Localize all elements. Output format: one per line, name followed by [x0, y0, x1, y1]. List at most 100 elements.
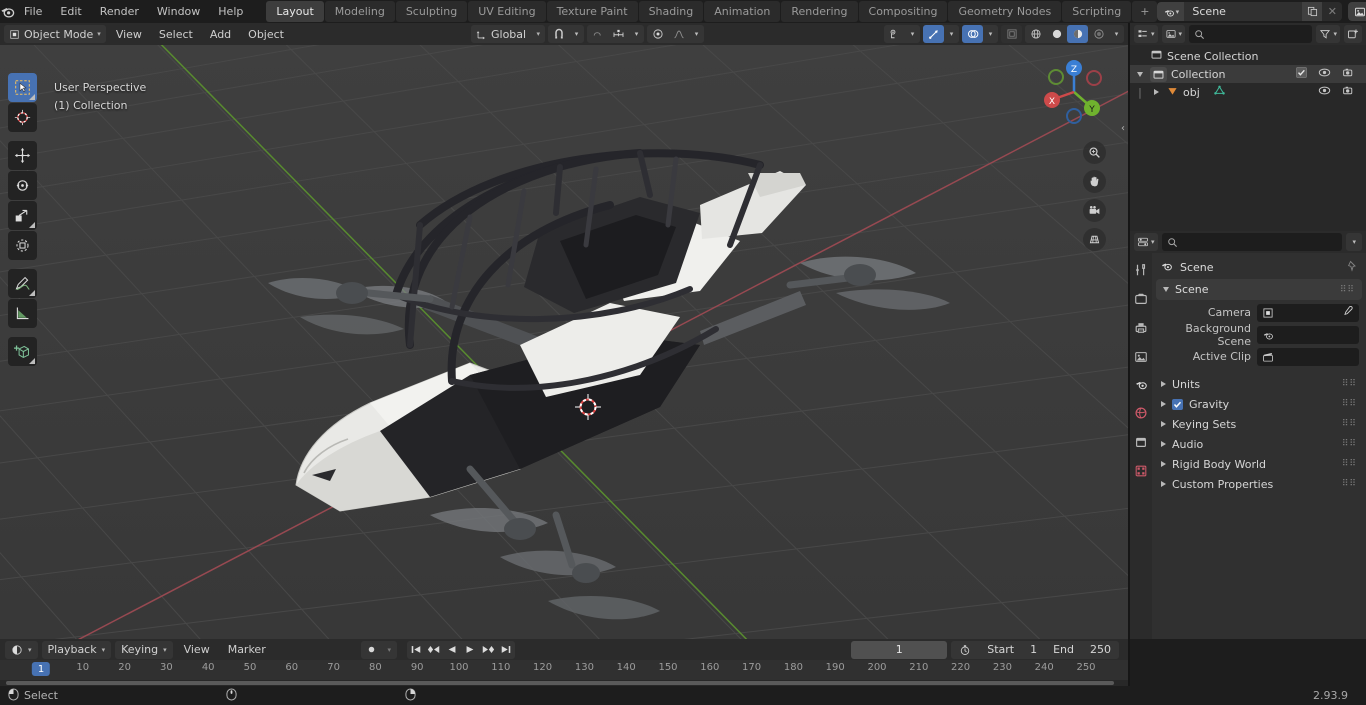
mode-selector[interactable]: Object Mode ▾: [4, 25, 106, 43]
menu-help[interactable]: Help: [209, 2, 252, 21]
playhead[interactable]: 1: [31, 662, 51, 676]
panel-header-gravity[interactable]: Gravity ⠿⠿: [1152, 394, 1366, 414]
outliner-row-object[interactable]: | obj: [1130, 83, 1366, 101]
scene-selector[interactable]: ▾ Scene ✕: [1157, 2, 1343, 21]
shading-mode-group[interactable]: ▾: [1025, 25, 1125, 43]
panel-header-keying-sets[interactable]: Keying Sets ⠿⠿: [1152, 414, 1366, 434]
outliner-row-scene-collection[interactable]: Scene Collection: [1130, 47, 1366, 65]
panel-grip-icon[interactable]: ⠿⠿: [1342, 379, 1357, 389]
panel-header-custom-properties[interactable]: Custom Properties ⠿⠿: [1152, 474, 1366, 494]
snap-target-dropdown-icon[interactable]: ▾: [629, 25, 644, 43]
properties-editor-icon[interactable]: ▾: [1134, 233, 1158, 251]
snapping-group[interactable]: ▾: [548, 25, 584, 43]
viewport-menu-select[interactable]: Select: [152, 25, 200, 43]
filter-icon[interactable]: ▾: [1316, 25, 1340, 43]
pin-icon[interactable]: [1346, 260, 1358, 275]
view-layer-tab-icon[interactable]: [1131, 348, 1151, 366]
visibility-dropdown-icon[interactable]: ▾: [905, 25, 920, 43]
view-layer-selector[interactable]: ▾ View Layer ✕: [1348, 2, 1366, 21]
disclosure-triangle-icon[interactable]: [1150, 89, 1162, 95]
scene-name[interactable]: Scene: [1184, 2, 1303, 21]
shading-rendered-icon[interactable]: [1088, 25, 1109, 43]
output-tab-icon[interactable]: [1131, 319, 1151, 337]
panel-header-rigid-body-world[interactable]: Rigid Body World ⠿⠿: [1152, 454, 1366, 474]
play-icon[interactable]: [461, 641, 479, 659]
camera-icon[interactable]: [1342, 85, 1355, 99]
timeline-menu-marker[interactable]: Marker: [221, 641, 273, 659]
mesh-data-icon[interactable]: [1213, 84, 1226, 100]
blender-logo-icon[interactable]: [0, 0, 15, 23]
zoom-icon[interactable]: [1083, 141, 1106, 164]
start-value[interactable]: 1: [1030, 643, 1037, 656]
timeline-editor-icon[interactable]: ▾: [5, 640, 38, 659]
menu-edit[interactable]: Edit: [51, 2, 90, 21]
playback-menu[interactable]: Playback ▾: [41, 640, 112, 659]
rotate-tool-icon[interactable]: [8, 171, 37, 200]
jump-to-start-icon[interactable]: [407, 641, 425, 659]
tool-tab-icon[interactable]: [1131, 261, 1151, 279]
falloff-dropdown-icon[interactable]: ▾: [689, 25, 704, 43]
workspace-tab-layout[interactable]: Layout: [266, 1, 324, 22]
workspace-tab-compositing[interactable]: Compositing: [858, 1, 948, 22]
camera-view-icon[interactable]: [1083, 199, 1106, 222]
menu-file[interactable]: File: [15, 2, 51, 21]
expand-triangle-icon[interactable]: [1163, 287, 1169, 292]
chevron-down-icon[interactable]: ▾: [1346, 233, 1362, 251]
id-type-icon[interactable]: ▾: [1161, 25, 1186, 43]
workspace-tab-rendering[interactable]: Rendering: [781, 1, 858, 22]
outliner-search-input[interactable]: [1189, 25, 1313, 43]
magnet-icon[interactable]: [548, 25, 569, 43]
eye-icon[interactable]: [1318, 85, 1331, 99]
shading-wireframe-icon[interactable]: [1025, 25, 1046, 43]
gizmo-icon[interactable]: [923, 25, 945, 43]
xray-icon[interactable]: [1001, 25, 1022, 43]
object-tab-icon[interactable]: [1131, 433, 1151, 451]
menu-window[interactable]: Window: [148, 2, 209, 21]
workspace-tab-texture-paint[interactable]: Texture Paint: [546, 1, 638, 22]
outliner-view-icon[interactable]: ▾: [1134, 25, 1158, 43]
navigation-gizmo[interactable]: Z Y X: [1036, 54, 1112, 130]
move-tool-icon[interactable]: [8, 141, 37, 170]
keying-menu[interactable]: Keying ▾: [115, 640, 173, 659]
select-box-tool-icon[interactable]: [8, 73, 37, 102]
scene-icon[interactable]: ▾: [1157, 2, 1185, 21]
unlink-x-icon[interactable]: ✕: [1322, 2, 1343, 21]
texture-tab-icon[interactable]: [1131, 462, 1151, 480]
scene-tab-icon[interactable]: [1131, 375, 1151, 393]
gizmo-group[interactable]: ▾: [923, 25, 960, 43]
workspace-tab-geometry-nodes[interactable]: Geometry Nodes: [948, 1, 1062, 22]
transform-tool-icon[interactable]: [8, 231, 37, 260]
expand-triangle-icon[interactable]: [1161, 381, 1166, 387]
outliner-row-collection[interactable]: Collection: [1130, 65, 1366, 83]
proportional-edit-icon[interactable]: [647, 25, 668, 43]
end-value[interactable]: 250: [1090, 643, 1111, 656]
panel-grip-icon[interactable]: ⠿⠿: [1342, 479, 1357, 489]
overlays-dropdown-icon[interactable]: ▾: [983, 25, 998, 43]
viewport-menu-object[interactable]: Object: [241, 25, 291, 43]
viewport-menu-view[interactable]: View: [109, 25, 149, 43]
eyedropper-icon[interactable]: [1342, 305, 1354, 320]
timeline-menu-view[interactable]: View: [177, 641, 217, 659]
shading-dropdown-icon[interactable]: ▾: [1109, 25, 1124, 43]
new-collection-icon[interactable]: [1344, 25, 1362, 43]
expand-triangle-icon[interactable]: [1161, 401, 1166, 407]
workspace-tab-animation[interactable]: Animation: [704, 1, 781, 22]
workspace-tab-scripting[interactable]: Scripting: [1062, 1, 1132, 22]
auto-keying-dropdown-icon[interactable]: ▾: [382, 641, 397, 659]
menu-render[interactable]: Render: [91, 2, 148, 21]
auto-keying-group[interactable]: ▾: [360, 640, 397, 659]
panel-grip-icon[interactable]: ⠿⠿: [1342, 419, 1357, 429]
properties-search-input[interactable]: [1161, 233, 1343, 251]
panel-header-audio[interactable]: Audio ⠿⠿: [1152, 434, 1366, 454]
panel-header-scene[interactable]: Scene ⠿⠿: [1156, 279, 1362, 300]
object-visibility-icon[interactable]: [884, 25, 905, 43]
panel-grip-icon[interactable]: ⠿⠿: [1342, 439, 1357, 449]
expand-triangle-icon[interactable]: [1161, 461, 1166, 467]
shading-material-icon[interactable]: [1067, 25, 1089, 43]
sidebar-toggle-arrow-icon[interactable]: ‹: [1121, 123, 1125, 134]
cursor-tool-icon[interactable]: [8, 103, 37, 132]
play-reverse-icon[interactable]: [443, 641, 461, 659]
view-layer-icon[interactable]: ▾: [1348, 2, 1366, 21]
add-workspace-button[interactable]: +: [1132, 1, 1158, 22]
render-tab-icon[interactable]: [1131, 290, 1151, 308]
